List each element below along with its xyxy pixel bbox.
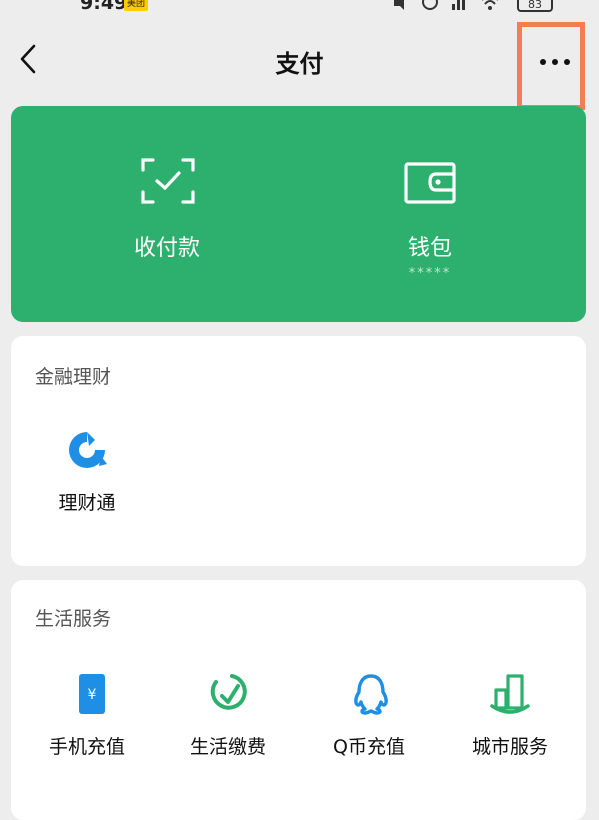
more-button[interactable] — [517, 22, 585, 110]
phone-recharge-label: 手机充值 — [48, 736, 125, 758]
qq-coin-label: Q币充值 — [333, 736, 405, 758]
status-bar: 9:49 美团 83 — [0, 0, 599, 16]
receive-pay-label: 收付款 — [133, 236, 200, 261]
licaitong-label: 理财通 — [58, 492, 116, 514]
alarm-icon — [420, 0, 440, 10]
scan-pay-icon — [141, 158, 195, 204]
finance-section: 金融理财 理财通 — [11, 336, 586, 566]
licaitong-button[interactable]: 理财通 — [17, 428, 157, 515]
phone-recharge-button[interactable]: ¥ 手机充值 — [17, 672, 157, 759]
wallet-label: 钱包 — [407, 236, 452, 261]
wallet-icon — [404, 162, 456, 204]
notification-badge: 美团 — [124, 0, 149, 11]
life-services-title: 生活服务 — [35, 608, 112, 630]
wallet-balance-masked: ***** — [408, 266, 452, 281]
life-services-section: 生活服务 ¥ 手机充值 生活缴费 Q币充值 城市服务 — [11, 580, 586, 820]
svg-text:¥: ¥ — [88, 687, 97, 703]
more-dots-icon — [540, 59, 570, 65]
utility-payment-label: 生活缴费 — [189, 736, 266, 758]
utility-payment-icon — [210, 674, 247, 710]
status-time: 9:49 — [80, 0, 128, 14]
city-service-button[interactable]: 城市服务 — [440, 672, 580, 759]
mute-icon — [390, 0, 410, 10]
signal-icon — [450, 0, 470, 10]
receive-pay-button[interactable]: 收付款 — [23, 106, 311, 322]
page-title: 支付 — [275, 50, 324, 78]
utility-payment-button[interactable]: 生活缴费 — [158, 672, 298, 759]
city-service-label: 城市服务 — [471, 736, 548, 758]
nav-bar: 支付 — [0, 22, 599, 110]
phone-recharge-icon: ¥ — [79, 674, 105, 714]
city-service-icon — [490, 674, 530, 714]
battery-indicator: 83 — [517, 0, 553, 12]
licaitong-icon — [69, 432, 107, 468]
status-icons — [390, 0, 500, 10]
wifi-icon — [480, 0, 500, 10]
qq-coin-icon — [354, 674, 388, 715]
qq-coin-button[interactable]: Q币充值 — [299, 672, 439, 759]
payment-card: 收付款 钱包 ***** — [11, 106, 586, 322]
wallet-button[interactable]: 钱包 ***** — [286, 106, 574, 322]
finance-section-title: 金融理财 — [35, 366, 112, 388]
